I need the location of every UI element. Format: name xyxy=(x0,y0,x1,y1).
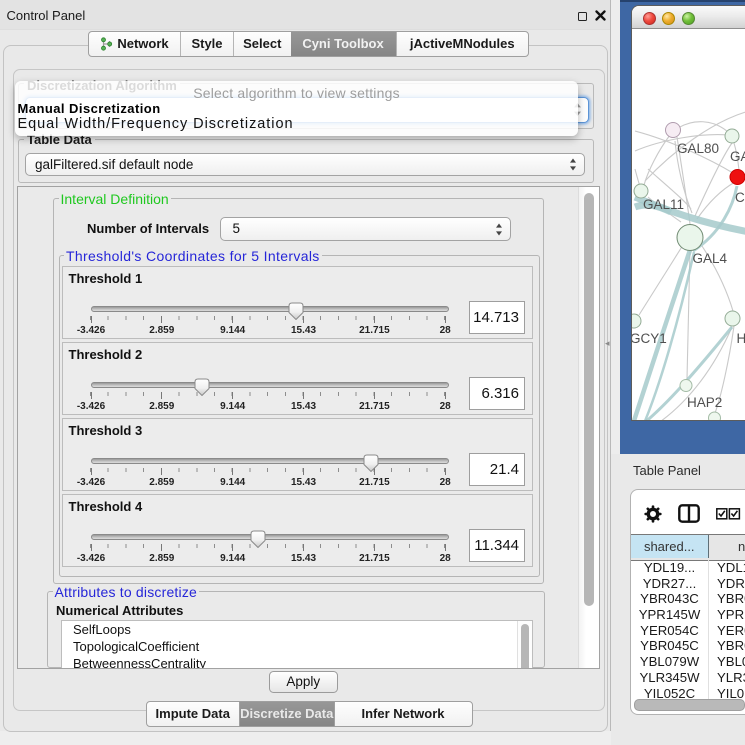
svg-text:HAP2: HAP2 xyxy=(687,395,722,410)
svg-text:C: C xyxy=(735,190,745,205)
svg-text:GAL80: GAL80 xyxy=(677,141,719,156)
svg-text:GA: GA xyxy=(730,149,745,164)
svg-text:GAL4: GAL4 xyxy=(693,251,728,266)
svg-text:H: H xyxy=(737,331,745,346)
svg-text:GAL11: GAL11 xyxy=(643,197,684,212)
svg-text:GCY1: GCY1 xyxy=(632,331,667,346)
